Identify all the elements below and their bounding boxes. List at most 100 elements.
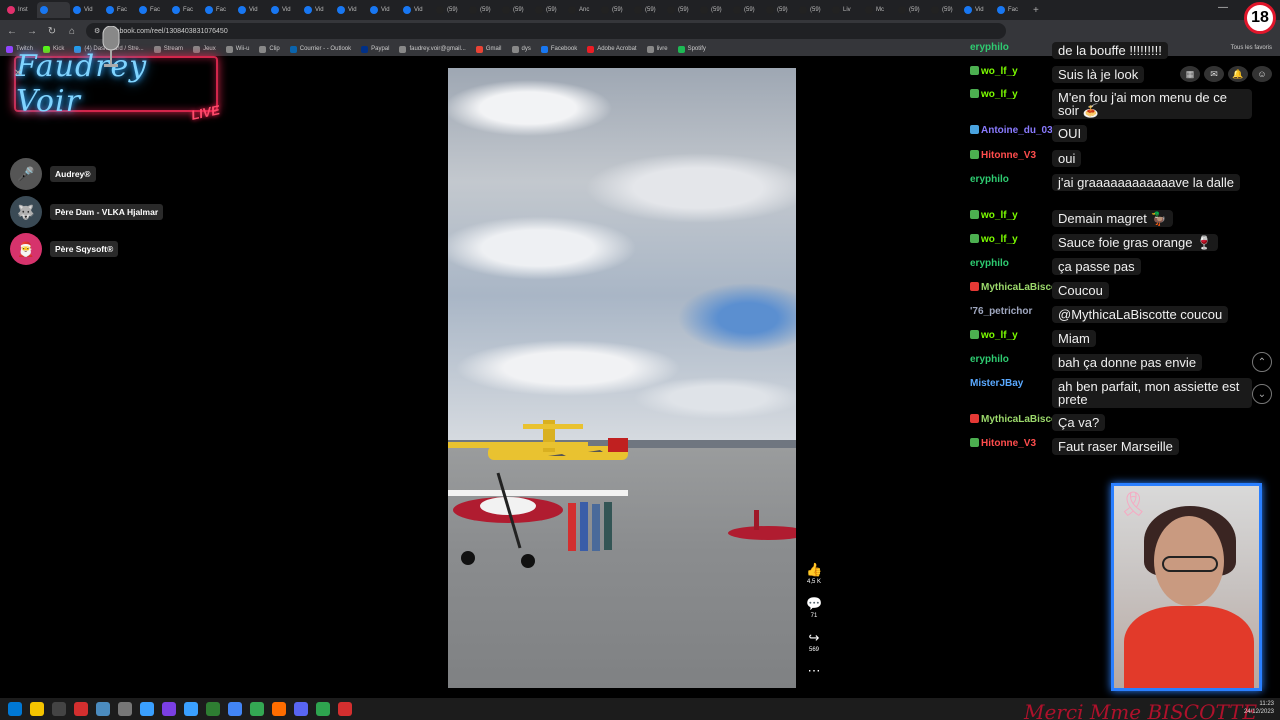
chat-username[interactable]: eryphilo (970, 258, 1052, 269)
chat-username[interactable]: eryphilo (970, 174, 1052, 185)
bookmark-item[interactable]: Clip (259, 45, 280, 53)
browser-tab[interactable]: Anc (565, 2, 598, 18)
taskbar-app-icon[interactable] (272, 702, 286, 716)
browser-tab[interactable]: Inst (4, 2, 37, 18)
home-icon[interactable]: ⌂ (66, 26, 78, 37)
taskbar-app-icon[interactable] (184, 702, 198, 716)
browser-tab[interactable]: (59) (796, 2, 829, 18)
taskbar-app-icon[interactable] (96, 702, 110, 716)
chat-username[interactable]: wo_lf_y (970, 210, 1052, 221)
browser-tab[interactable]: (59) (466, 2, 499, 18)
bookmark-item[interactable]: Facebook (540, 45, 577, 53)
taskbar-app-icon[interactable] (206, 702, 220, 716)
bookmark-item[interactable]: Wii-u (225, 45, 249, 53)
taskbar-app-icon[interactable] (74, 702, 88, 716)
close-icon[interactable]: ✕ (12, 68, 24, 80)
like-button[interactable]: 👍 4,5 K (806, 563, 822, 586)
browser-tab[interactable]: (59) (631, 2, 664, 18)
video-player[interactable] (448, 68, 796, 688)
browser-tab[interactable]: Fac (994, 2, 1027, 18)
taskbar-app-icon[interactable] (316, 702, 330, 716)
browser-tab[interactable]: (59) (532, 2, 565, 18)
browser-tab[interactable]: Fac (136, 2, 169, 18)
messenger-icon[interactable]: ✉ (1204, 66, 1224, 82)
browser-tab[interactable]: (59) (433, 2, 466, 18)
bookmark-item[interactable]: livre (646, 45, 668, 53)
viewer-item[interactable]: 🐺 Père Dam - VLKA Hjalmar (10, 196, 164, 228)
taskbar-app-icon[interactable] (52, 702, 66, 716)
taskbar-app-icon[interactable] (228, 702, 242, 716)
browser-tab[interactable]: (59) (763, 2, 796, 18)
scroll-up-icon[interactable]: ⌃ (1252, 352, 1272, 372)
bookmark-label: Gmail (485, 46, 502, 52)
browser-tab[interactable]: (59) (499, 2, 532, 18)
chat-username[interactable]: wo_lf_y (970, 66, 1052, 77)
browser-tab[interactable]: (59) (664, 2, 697, 18)
taskbar-app-icon[interactable] (162, 702, 176, 716)
viewer-item[interactable]: 🎅 Père Sqysoft® (10, 233, 119, 265)
chat-username[interactable]: MythicaLaBiscotte (970, 414, 1052, 425)
grid-icon[interactable]: ▦ (1180, 66, 1200, 82)
chat-username[interactable]: MythicaLaBiscotte (970, 282, 1052, 293)
chat-username[interactable]: '76_petrichor (970, 306, 1052, 317)
browser-tab[interactable]: Vid (70, 2, 103, 18)
bookmark-item[interactable]: Gmail (475, 45, 502, 53)
taskbar-app-icon[interactable] (118, 702, 132, 716)
chat-username[interactable]: Hitonne_V3 (970, 438, 1052, 449)
taskbar-app-icon[interactable] (140, 702, 154, 716)
back-icon[interactable]: ← (6, 26, 18, 37)
browser-tab[interactable]: (59) (697, 2, 730, 18)
browser-tab[interactable]: (59) (730, 2, 763, 18)
browser-tab[interactable]: Vid (268, 2, 301, 18)
url-field[interactable]: ⚙ facebook.com/reel/1308403831076450 (86, 23, 1006, 39)
windows-start-icon[interactable] (8, 702, 22, 716)
bookmark-item[interactable]: Spotify (677, 45, 706, 53)
bookmark-item[interactable]: dys (511, 45, 531, 53)
reload-icon[interactable]: ↻ (46, 26, 58, 37)
viewer-item[interactable]: 🎤 Audrey® (10, 158, 96, 190)
bell-icon[interactable]: 🔔 (1228, 66, 1248, 82)
new-tab-icon[interactable]: + (1033, 5, 1039, 16)
bookmark-item[interactable]: Adobe Acrobat (587, 45, 637, 53)
forward-icon[interactable]: → (26, 26, 38, 37)
browser-tab[interactable]: Vid (235, 2, 268, 18)
chat-username[interactable]: Antoine_du_03 (970, 125, 1052, 136)
bookmark-item[interactable]: Paypal (361, 45, 389, 53)
chat-message: eryphilo j'ai graaaaaaaaaaaave la dalle (970, 174, 1240, 191)
browser-tab[interactable]: (59) (598, 2, 631, 18)
browser-tab[interactable] (37, 2, 70, 18)
chat-username[interactable]: eryphilo (970, 354, 1052, 365)
browser-tab[interactable]: Vid (367, 2, 400, 18)
chat-username[interactable]: wo_lf_y (970, 330, 1052, 341)
bookmark-item[interactable]: Courrier - - Outlook (289, 45, 351, 53)
share-button[interactable]: ↪ 569 (806, 631, 822, 654)
browser-tab[interactable]: (59) (928, 2, 961, 18)
browser-tab[interactable]: Mc (862, 2, 895, 18)
more-button[interactable]: ⋯ (806, 664, 822, 680)
browser-tab[interactable]: Vid (961, 2, 994, 18)
system-clock[interactable]: 11:23 24/12/2023 (1244, 700, 1274, 716)
chat-username[interactable]: eryphilo (970, 42, 1052, 53)
chat-username[interactable]: wo_lf_y (970, 89, 1052, 100)
minimize-icon[interactable]: — (1218, 2, 1228, 13)
bookmark-item[interactable]: faudrey.voir@gmail... (399, 45, 466, 53)
browser-tab[interactable]: Vid (301, 2, 334, 18)
chat-username[interactable]: MisterJBay (970, 378, 1052, 389)
browser-tab[interactable]: Fac (103, 2, 136, 18)
browser-tab[interactable]: Liv (829, 2, 862, 18)
browser-tab[interactable]: Vid (334, 2, 367, 18)
browser-tab[interactable]: Vid (400, 2, 433, 18)
comment-button[interactable]: 💬 71 (806, 597, 822, 620)
browser-tab[interactable]: Fac (202, 2, 235, 18)
taskbar-app-icon[interactable] (250, 702, 264, 716)
browser-tab[interactable]: Fac (169, 2, 202, 18)
taskbar-app-icon[interactable] (30, 702, 44, 716)
scroll-down-icon[interactable]: ⌄ (1252, 384, 1272, 404)
chat-username[interactable]: Hitonne_V3 (970, 150, 1052, 161)
taskbar-app-icon[interactable] (294, 702, 308, 716)
taskbar-app-icon[interactable] (338, 702, 352, 716)
avatar[interactable]: ☺ (1252, 66, 1272, 82)
browser-tab[interactable]: (59) (895, 2, 928, 18)
chat-username[interactable]: wo_lf_y (970, 234, 1052, 245)
all-favorites-link[interactable]: Tous les favoris (1231, 45, 1272, 51)
